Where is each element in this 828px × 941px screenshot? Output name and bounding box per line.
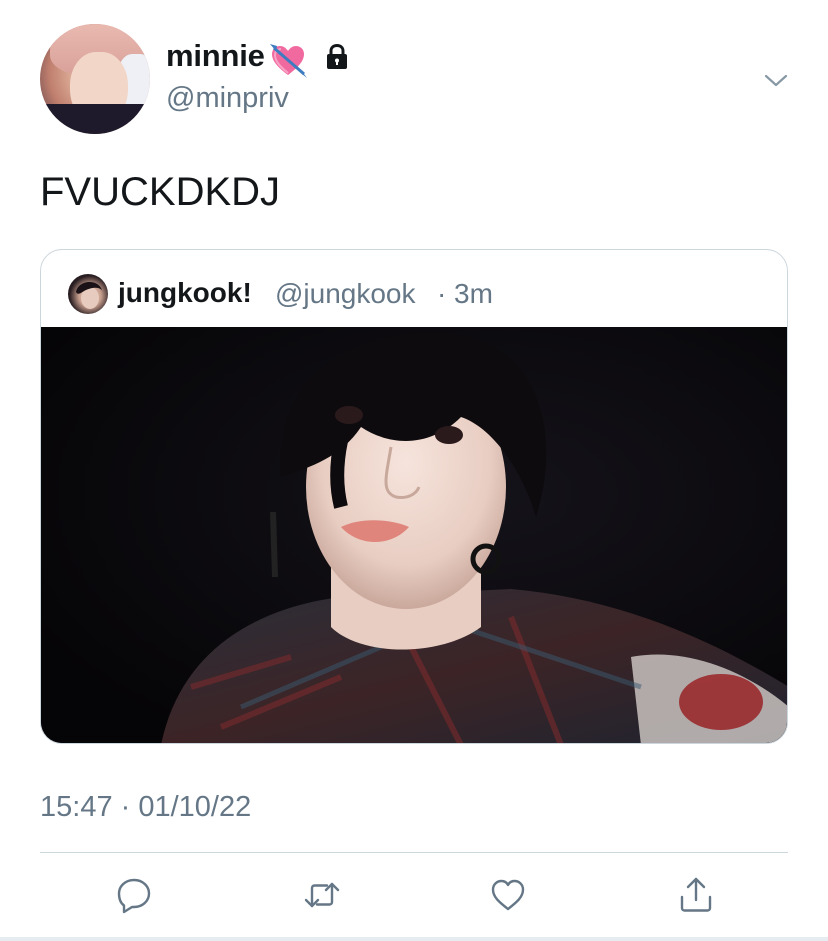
lock-icon bbox=[327, 43, 347, 69]
quoted-tweet-header: jungkook! @jungkook · 3m bbox=[41, 250, 787, 328]
divider bbox=[40, 852, 788, 853]
author-username[interactable]: @minpriv bbox=[166, 82, 289, 115]
retweet-icon bbox=[304, 882, 340, 908]
chevron-down-icon[interactable] bbox=[762, 66, 790, 94]
quoted-avatar-portrait bbox=[76, 281, 102, 309]
heart-with-arrow-icon bbox=[270, 44, 307, 78]
reply-icon bbox=[117, 878, 151, 914]
reply-button[interactable] bbox=[115, 876, 153, 914]
quoted-author-username: @jungkook bbox=[275, 278, 416, 309]
quoted-author-avatar bbox=[68, 274, 108, 314]
quoted-tweet-photo[interactable] bbox=[41, 327, 787, 743]
share-icon bbox=[680, 877, 712, 912]
author-avatar[interactable] bbox=[40, 24, 150, 134]
author-display-name[interactable]: minnie bbox=[166, 38, 265, 74]
quoted-tweet-card[interactable]: jungkook! @jungkook · 3m bbox=[40, 249, 788, 744]
tweet-text: FVUCKDKDJ bbox=[40, 170, 281, 214]
heart-icon bbox=[491, 879, 525, 911]
like-button[interactable] bbox=[489, 876, 527, 914]
quoted-tweet-time: 3m bbox=[454, 278, 493, 309]
bottom-divider bbox=[0, 937, 828, 941]
tweet-timestamp[interactable]: 15:47 · 01/10/22 bbox=[40, 791, 251, 824]
share-button[interactable] bbox=[677, 876, 715, 914]
quoted-author-display-name: jungkook! bbox=[118, 277, 252, 308]
avatar-shirt bbox=[40, 104, 150, 134]
photo-image bbox=[41, 327, 787, 743]
retweet-button[interactable] bbox=[303, 876, 341, 914]
quoted-separator: · bbox=[437, 278, 447, 309]
tweet-detail: minnie @minpriv FVUCKDKDJ jungkook! @jun… bbox=[0, 0, 828, 941]
